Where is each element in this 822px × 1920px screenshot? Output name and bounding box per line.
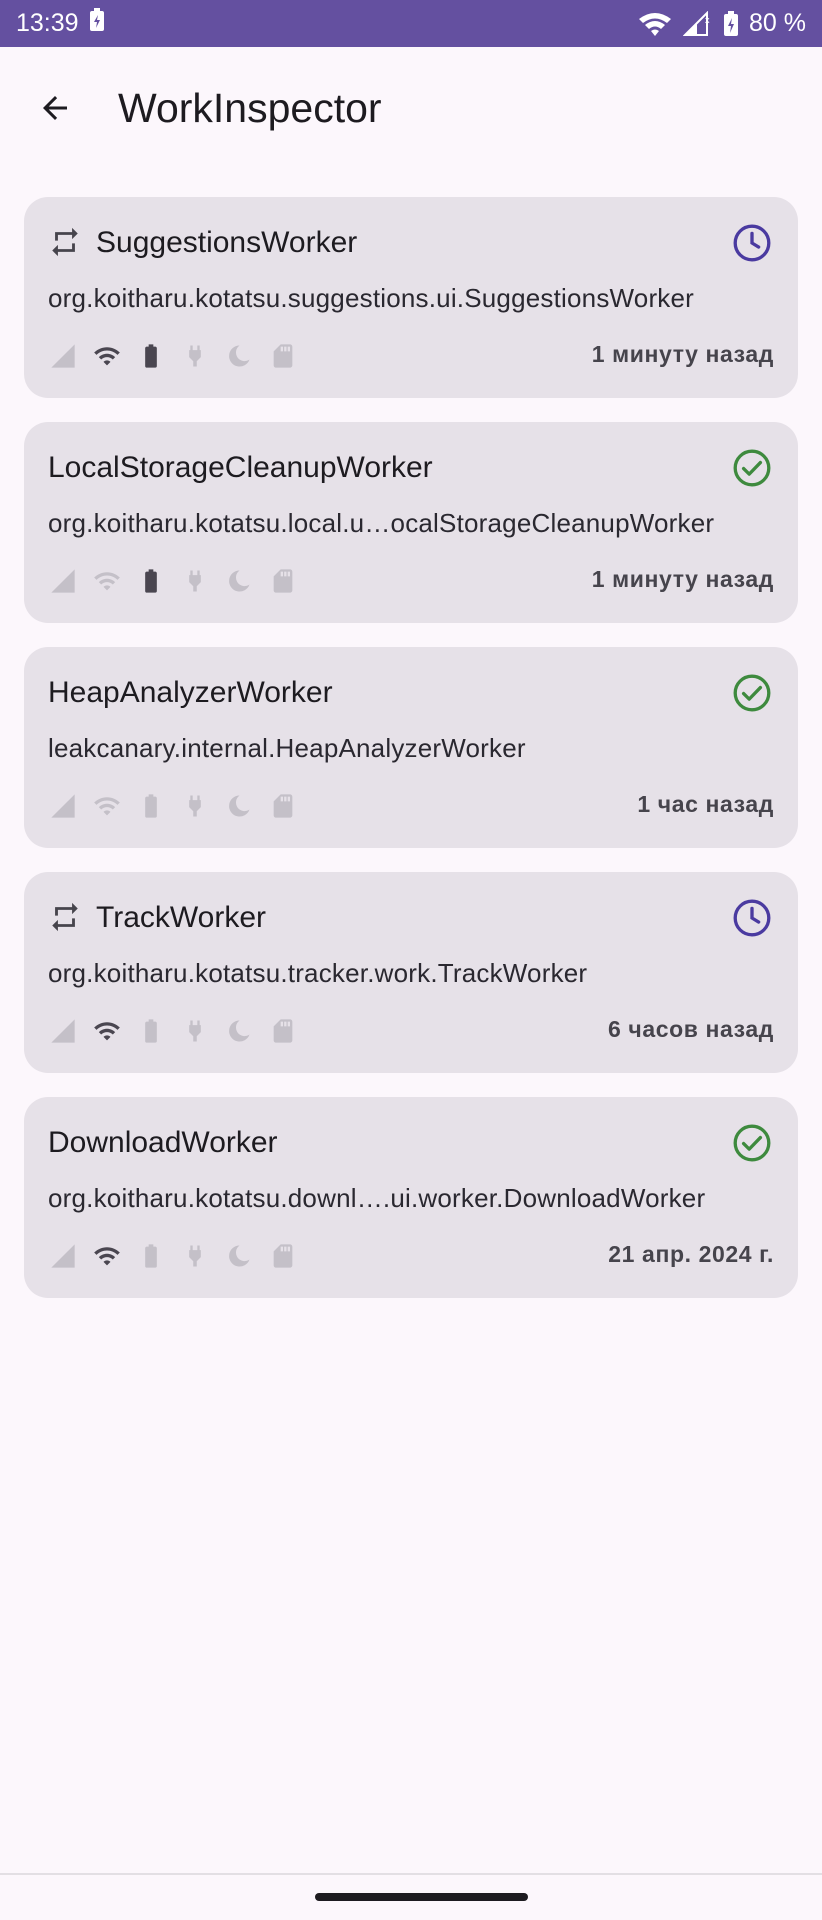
worker-card-header: TrackWorker xyxy=(48,896,774,940)
repeat-icon xyxy=(48,225,84,261)
constraints-row xyxy=(48,1241,298,1271)
worker-card[interactable]: DownloadWorker org.koitharu.kotatsu.downl… xyxy=(24,1097,798,1298)
wifi-icon xyxy=(92,566,122,596)
charging-icon xyxy=(180,791,210,821)
worker-card-header: SuggestionsWorker xyxy=(48,221,774,265)
worker-list: SuggestionsWorker org.koitharu.kotatsu.su… xyxy=(24,197,798,1322)
charging-icon xyxy=(180,1016,210,1046)
charging-icon xyxy=(180,566,210,596)
cell-signal-icon xyxy=(48,1016,78,1046)
top-app-bar: WorkInspector xyxy=(0,47,822,177)
worker-card-header: DownloadWorker xyxy=(48,1121,774,1165)
idle-moon-icon xyxy=(224,791,254,821)
worker-class-name: leakcanary.internal.HeapAnalyzerWorker xyxy=(48,733,526,763)
arrow-back-icon xyxy=(37,90,73,131)
wifi-icon xyxy=(92,1241,122,1271)
worker-class-name: org.koitharu.kotatsu.downl….ui.worker.Do… xyxy=(48,1183,706,1213)
battery-percent: 80 % xyxy=(749,9,806,37)
wifi-icon xyxy=(637,11,673,37)
last-run-time: 6 часов назад xyxy=(608,1016,774,1042)
last-run-time: 1 минуту назад xyxy=(591,566,774,592)
status-bar: 13:39 x 80 % xyxy=(0,0,822,47)
cell-signal-icon xyxy=(48,566,78,596)
clock-icon xyxy=(730,221,774,265)
status-right: x 80 % xyxy=(637,9,806,38)
worker-card-header: LocalStorageCleanupWorker xyxy=(48,446,774,490)
worker-card-header: HeapAnalyzerWorker xyxy=(48,671,774,715)
worker-name: HeapAnalyzerWorker xyxy=(48,676,333,709)
battery-charging-icon xyxy=(723,10,739,37)
battery-icon xyxy=(136,341,166,371)
gesture-nav-handle[interactable] xyxy=(315,1893,528,1901)
check-circle-icon xyxy=(730,671,774,715)
cell-signal-icon xyxy=(48,791,78,821)
wifi-icon xyxy=(92,341,122,371)
constraints-row xyxy=(48,1016,298,1046)
last-run-time: 1 час назад xyxy=(637,791,774,817)
storage-card-icon xyxy=(268,1016,298,1046)
worker-class-name: org.koitharu.kotatsu.suggestions.ui.Sugg… xyxy=(48,283,695,313)
constraints-row xyxy=(48,341,298,371)
cell-signal-icon xyxy=(48,1241,78,1271)
worker-card[interactable]: TrackWorker org.koitharu.kotatsu.tracker.… xyxy=(24,872,798,1073)
status-left: 13:39 xyxy=(16,8,105,39)
clock-icon xyxy=(730,896,774,940)
check-circle-icon xyxy=(730,446,774,490)
worker-name: DownloadWorker xyxy=(48,1126,278,1159)
charging-icon xyxy=(180,341,210,371)
nav-divider xyxy=(0,1873,822,1875)
worker-name: TrackWorker xyxy=(96,901,267,934)
idle-moon-icon xyxy=(224,341,254,371)
battery-saver-icon xyxy=(89,8,105,39)
cell-signal-icon: x xyxy=(683,10,713,37)
worker-class-name: org.koitharu.kotatsu.tracker.work.TrackW… xyxy=(48,958,588,988)
worker-name: SuggestionsWorker xyxy=(96,226,358,259)
battery-icon xyxy=(136,791,166,821)
storage-card-icon xyxy=(268,566,298,596)
charging-icon xyxy=(180,1241,210,1271)
worker-card[interactable]: LocalStorageCleanupWorker org.koitharu.ko… xyxy=(24,422,798,623)
worker-card[interactable]: HeapAnalyzerWorker leakcanary.internal.He… xyxy=(24,647,798,848)
idle-moon-icon xyxy=(224,1016,254,1046)
storage-card-icon xyxy=(268,791,298,821)
idle-moon-icon xyxy=(224,566,254,596)
constraints-row xyxy=(48,791,298,821)
wifi-icon xyxy=(92,791,122,821)
battery-icon xyxy=(136,1016,166,1046)
idle-moon-icon xyxy=(224,1241,254,1271)
worker-name: LocalStorageCleanupWorker xyxy=(48,451,433,484)
wifi-icon xyxy=(92,1016,122,1046)
last-run-time: 21 апр. 2024 г. xyxy=(608,1241,774,1267)
repeat-icon xyxy=(48,900,84,936)
worker-card[interactable]: SuggestionsWorker org.koitharu.kotatsu.su… xyxy=(24,197,798,398)
constraints-row xyxy=(48,566,298,596)
svg-text:x: x xyxy=(705,15,710,25)
check-circle-icon xyxy=(730,1121,774,1165)
last-run-time: 1 минуту назад xyxy=(591,341,774,367)
storage-card-icon xyxy=(268,341,298,371)
battery-icon xyxy=(136,1241,166,1271)
worker-class-name: org.koitharu.kotatsu.local.u…ocalStorage… xyxy=(48,508,715,538)
page-title: WorkInspector xyxy=(118,85,382,131)
battery-icon xyxy=(136,566,166,596)
back-button[interactable] xyxy=(26,81,84,139)
storage-card-icon xyxy=(268,1241,298,1271)
cell-signal-icon xyxy=(48,341,78,371)
status-time: 13:39 xyxy=(16,9,79,37)
